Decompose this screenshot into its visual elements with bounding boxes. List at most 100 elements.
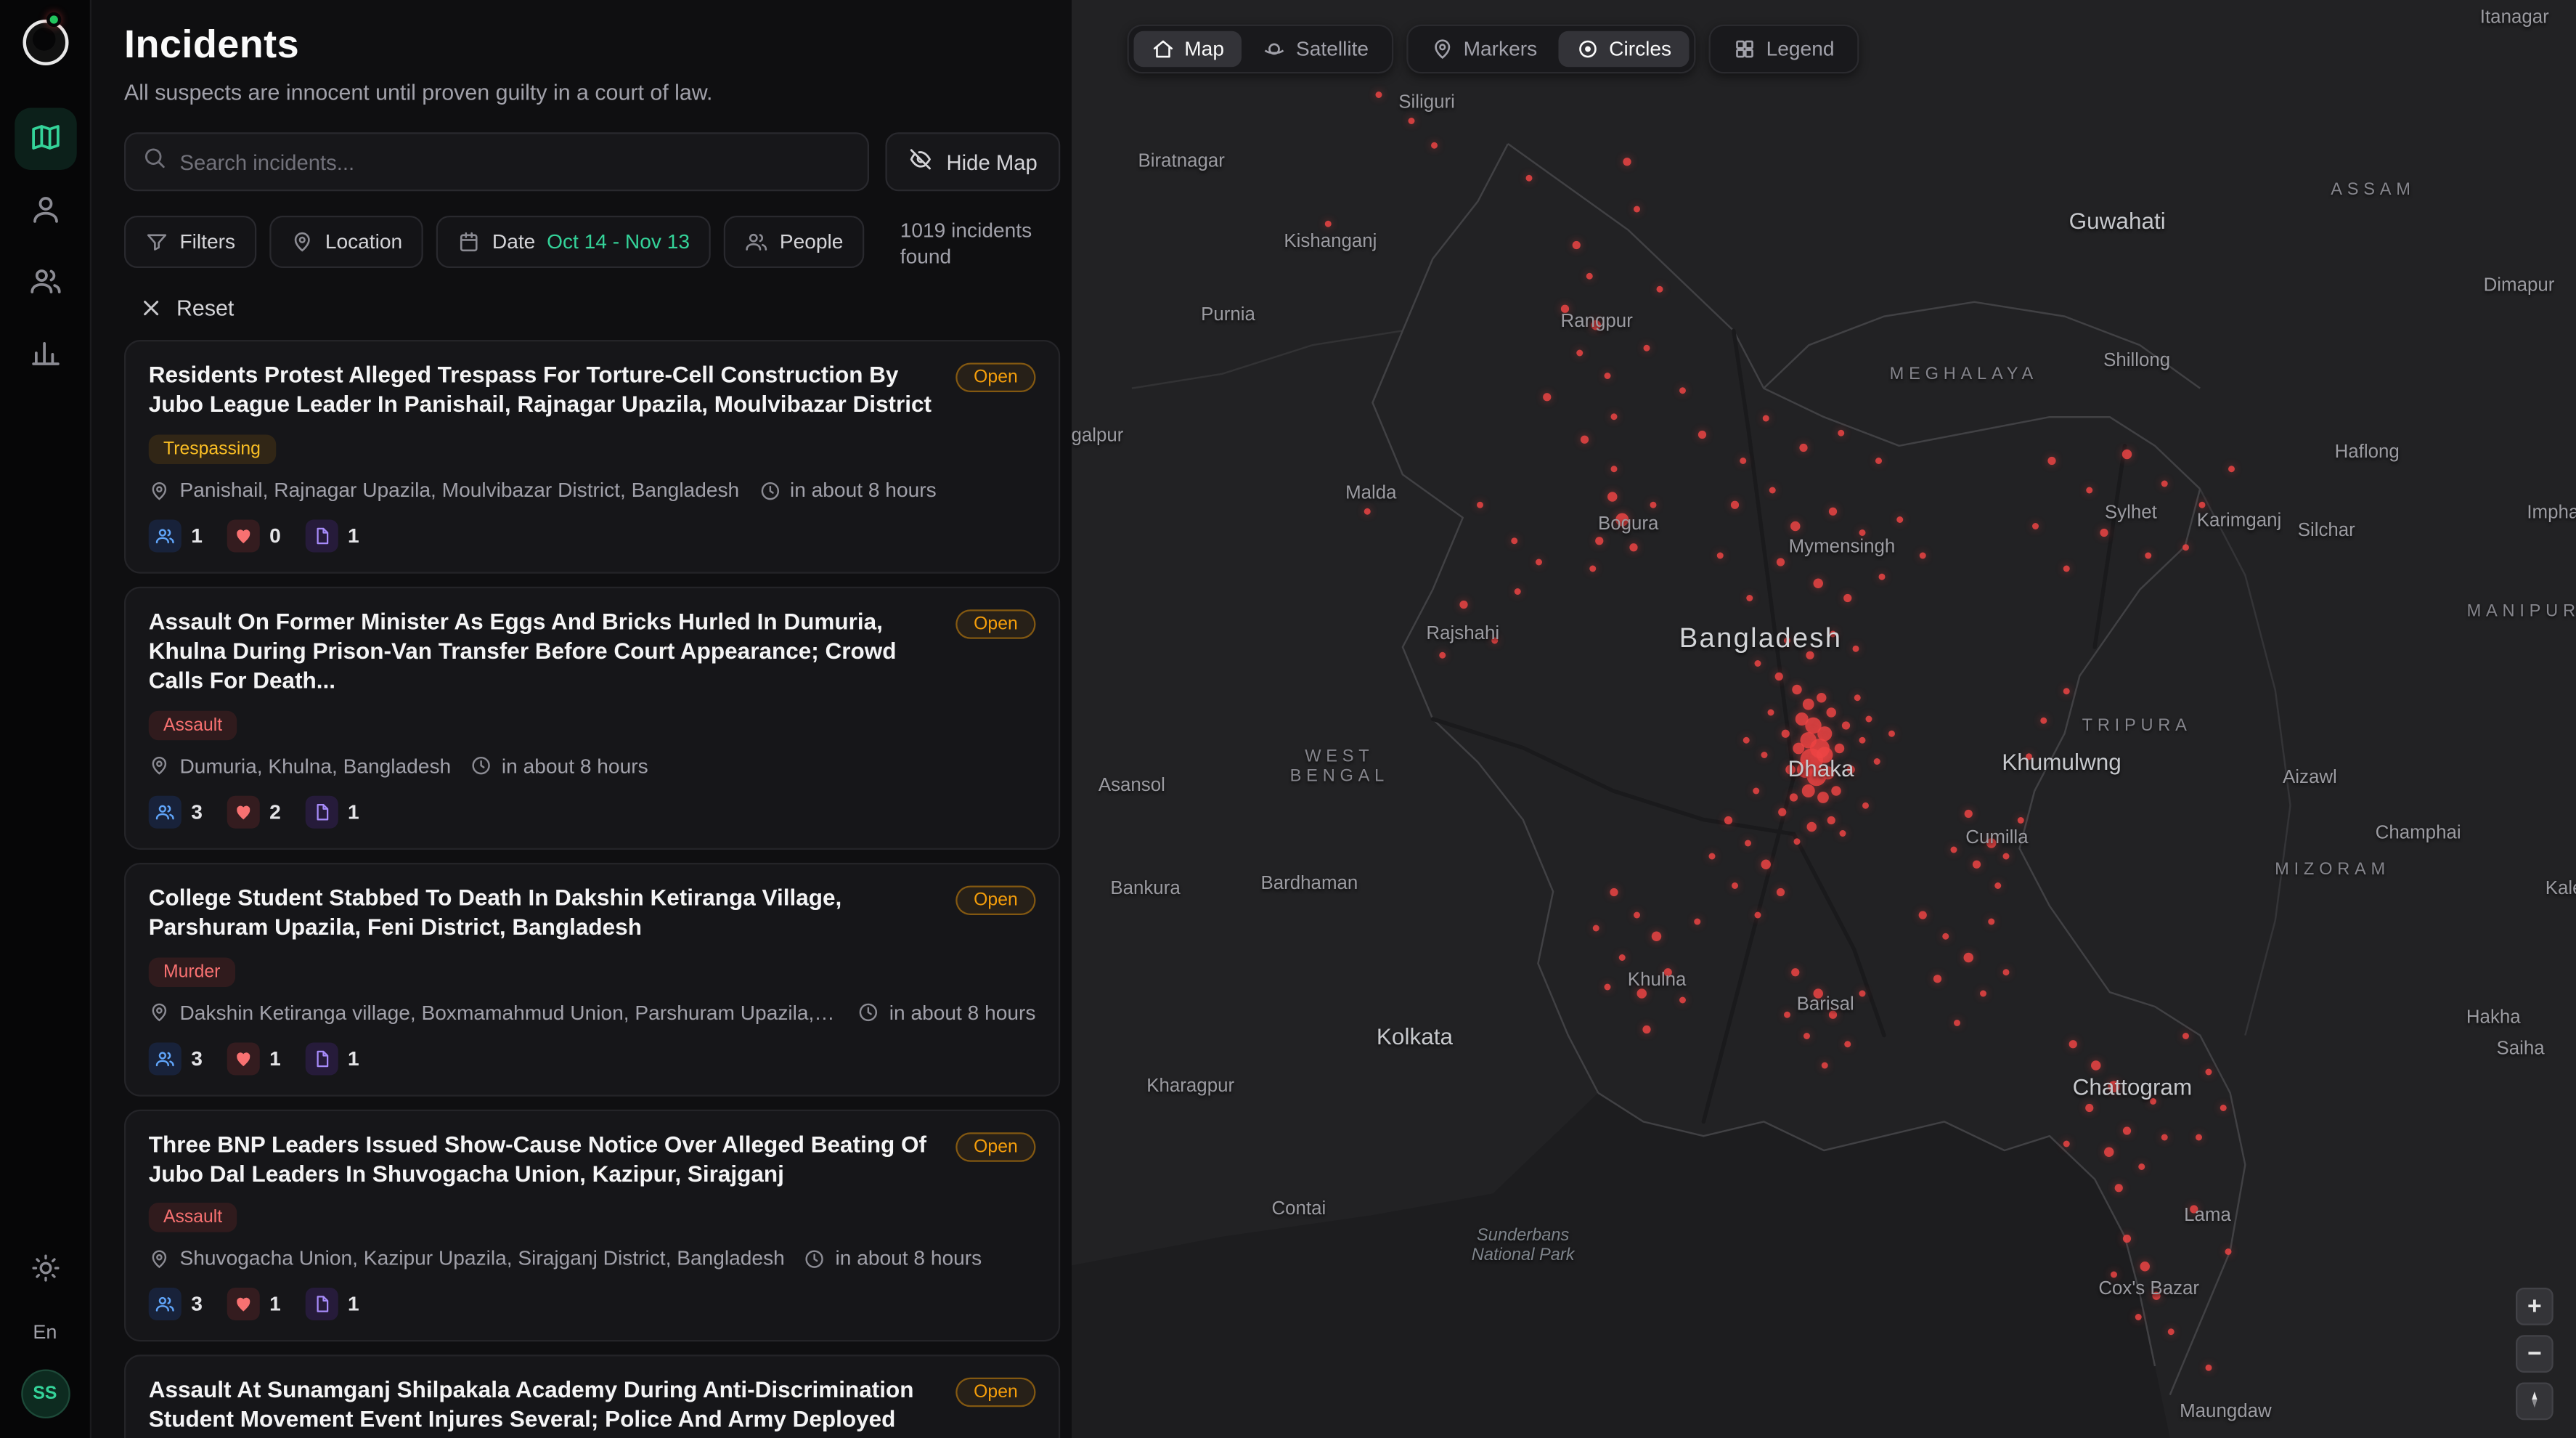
incident-card[interactable]: Residents Protest Alleged Trespass For T… — [124, 341, 1060, 574]
incident-card[interactable]: Three BNP Leaders Issued Show-Cause Noti… — [124, 1109, 1060, 1342]
nav-map-button[interactable] — [14, 108, 76, 171]
map-label: ASSAM — [2331, 180, 2415, 200]
reset-filters-button[interactable]: Reset — [124, 296, 1060, 321]
incident-card[interactable]: College Student Stabbed To Death In Daks… — [124, 863, 1060, 1096]
satellite-view-button[interactable]: Satellite — [1245, 31, 1387, 68]
involved-stat: 3 — [149, 795, 203, 828]
map-label: Champhai — [2376, 823, 2461, 842]
map-label: Shillong — [2103, 351, 2170, 370]
map-label: Karimganj — [2197, 512, 2282, 532]
map-label: Bhagalpur — [1072, 426, 1123, 445]
incidents-panel: Incidents All suspects are innocent unti… — [91, 0, 1072, 1438]
circles-icon — [1576, 38, 1599, 61]
map-label: Rangpur — [1561, 312, 1633, 332]
map-area[interactable]: ItanagarSiliguriBiratnagarGuwahatiASSAMK… — [1072, 0, 2576, 1438]
incident-location: Panishail, Rajnagar Upazila, Moulvibazar… — [180, 479, 740, 502]
app-window: En SS Incidents All suspects are innocen… — [0, 0, 2576, 1438]
map-label: Bogura — [1598, 515, 1658, 535]
map-label: Siliguri — [1398, 94, 1455, 113]
map-label: Malda — [1345, 484, 1396, 503]
casualties-stat: 1 — [227, 1288, 281, 1321]
theme-toggle-button[interactable] — [20, 1246, 70, 1295]
status-badge: Open — [955, 885, 1035, 915]
people-filter-chip[interactable]: People — [724, 216, 864, 268]
map-label: Kishanganj — [1284, 232, 1377, 251]
incident-time: in about 8 hours — [790, 479, 937, 502]
close-icon — [141, 298, 162, 319]
map-label: Hakha — [2466, 1008, 2521, 1028]
pin-icon — [149, 1002, 170, 1023]
status-badge: Open — [955, 1132, 1035, 1161]
user-avatar[interactable]: SS — [20, 1370, 70, 1419]
icon-rail: En SS — [0, 0, 91, 1438]
pin-icon — [291, 230, 314, 253]
incident-time: in about 8 hours — [502, 755, 648, 778]
sun-icon — [30, 1253, 60, 1287]
map-label: Chattogram — [2073, 1074, 2193, 1100]
search-input[interactable] — [180, 150, 852, 174]
incident-title: Assault On Former Minister As Eggs And B… — [149, 608, 939, 696]
reports-stat: 1 — [306, 1042, 359, 1075]
involved-stat: 3 — [149, 1042, 203, 1075]
category-tag: Murder — [149, 957, 235, 987]
map-control-group: MarkersCircles — [1406, 25, 1696, 74]
map-label: Khumulwng — [2002, 749, 2121, 775]
status-badge: Open — [955, 1378, 1035, 1408]
file-icon — [306, 1042, 338, 1075]
people-icon — [149, 795, 182, 828]
map-label: Bardhaman — [1261, 874, 1358, 894]
map-labels: ItanagarSiliguriBiratnagarGuwahatiASSAMK… — [1072, 0, 2576, 1438]
language-switcher[interactable]: En — [33, 1320, 57, 1344]
involved-stat: 1 — [149, 520, 203, 553]
hide-map-button[interactable]: Hide Map — [886, 132, 1060, 191]
map-label: Rajshahi — [1426, 625, 1499, 644]
legend-icon — [1734, 38, 1757, 61]
map-label: Purnia — [1201, 305, 1255, 325]
legend-toggle-button[interactable]: Legend — [1716, 31, 1852, 68]
heart-icon — [227, 1288, 260, 1321]
map-label: Imphal — [2527, 503, 2576, 523]
map-icon — [28, 120, 61, 158]
map-label: Maungdaw — [2180, 1402, 2272, 1422]
map-label: TRIPURA — [2082, 716, 2192, 736]
date-filter-chip[interactable]: Date Oct 14 - Nov 13 — [436, 216, 711, 268]
incident-title: Residents Protest Alleged Trespass For T… — [149, 362, 939, 421]
nav-person-button[interactable] — [14, 180, 76, 243]
zoom-out-button[interactable]: − — [2516, 1335, 2553, 1373]
incident-location: Dumuria, Khulna, Bangladesh — [180, 755, 452, 778]
incident-card[interactable]: Assault At Sunamganj Shilpakala Academy … — [124, 1355, 1060, 1438]
map-label: Barisal — [1797, 995, 1854, 1015]
map-label: Saiha — [2496, 1040, 2544, 1060]
map-label: Cumilla — [1965, 829, 2028, 848]
circles-toggle-button[interactable]: Circles — [1558, 31, 1689, 68]
map-control-group: MapSatellite — [1128, 25, 1393, 74]
heart-icon — [227, 1042, 260, 1075]
file-icon — [306, 795, 338, 828]
filters-chip[interactable]: Filters — [124, 216, 256, 268]
heart-icon — [227, 520, 260, 553]
location-filter-chip[interactable]: Location — [269, 216, 423, 268]
clock-icon — [858, 1002, 879, 1023]
category-tag: Assault — [149, 710, 237, 740]
status-badge: Open — [955, 609, 1035, 639]
search-box — [124, 132, 870, 191]
reports-stat: 1 — [306, 1288, 359, 1321]
map-label: Cox's Bazar — [2098, 1280, 2199, 1300]
map-label: Bangladesh — [1679, 622, 1843, 655]
compass-icon — [2524, 1388, 2545, 1414]
map-label: Mymensingh — [1789, 538, 1896, 558]
incident-card[interactable]: Assault On Former Minister As Eggs And B… — [124, 587, 1060, 850]
map-label: Haflong — [2335, 443, 2400, 463]
map-label: Kale — [2546, 879, 2576, 898]
nav-people-button[interactable] — [14, 252, 76, 314]
map-view-button[interactable]: Map — [1134, 31, 1242, 68]
markers-toggle-button[interactable]: Markers — [1413, 31, 1555, 68]
nav-analytics-button[interactable] — [14, 324, 76, 386]
zoom-in-button[interactable]: + — [2516, 1288, 2553, 1325]
map-label: Dhaka — [1788, 755, 1854, 781]
map-zoom-controls: + − — [2516, 1288, 2553, 1420]
incident-title: College Student Stabbed To Death In Daks… — [149, 884, 939, 943]
compass-button[interactable] — [2516, 1383, 2553, 1421]
users-icon — [746, 230, 769, 253]
file-icon — [306, 1288, 338, 1321]
